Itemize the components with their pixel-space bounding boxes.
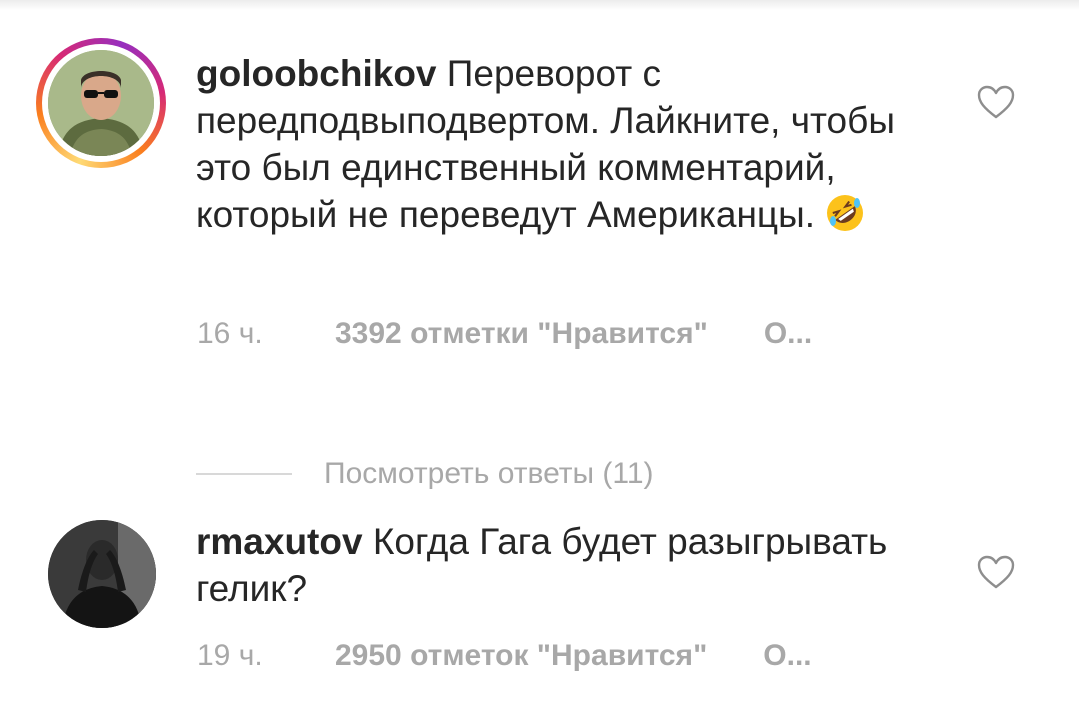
comment-likes-count[interactable]: 3392 отметки "Нравится" (335, 317, 708, 350)
heart-outline-icon[interactable] (976, 554, 1016, 590)
comment-time: 19 ч. (197, 639, 263, 672)
comment-meta: 16 ч. 3392 отметки "Нравится" О... (197, 316, 812, 352)
avatar[interactable] (48, 50, 154, 156)
heart-outline-icon[interactable] (976, 84, 1016, 120)
comment-text-block: goloobchikov Переворот с передподвыподве… (196, 50, 956, 238)
avatar[interactable] (48, 520, 156, 628)
comment-username[interactable]: goloobchikov (196, 53, 437, 94)
comment-text-block: rmaxutov Когда Гага будет разыгрывать ге… (196, 518, 936, 612)
top-divider (0, 0, 1079, 10)
reply-button[interactable]: О... (764, 317, 812, 350)
rolling-on-floor-laughing-emoji (827, 195, 864, 231)
view-replies-label[interactable]: Посмотреть ответы (11) (324, 454, 654, 494)
comment-time: 16 ч. (197, 317, 263, 350)
comment-likes-count[interactable]: 2950 отметок "Нравится" (335, 639, 707, 672)
story-ring[interactable] (36, 38, 166, 168)
reply-button[interactable]: О... (763, 639, 811, 672)
comment-username[interactable]: rmaxutov (196, 521, 363, 562)
view-replies-divider (196, 473, 292, 475)
comment-meta: 19 ч. 2950 отметок "Нравится" О... (197, 638, 812, 674)
